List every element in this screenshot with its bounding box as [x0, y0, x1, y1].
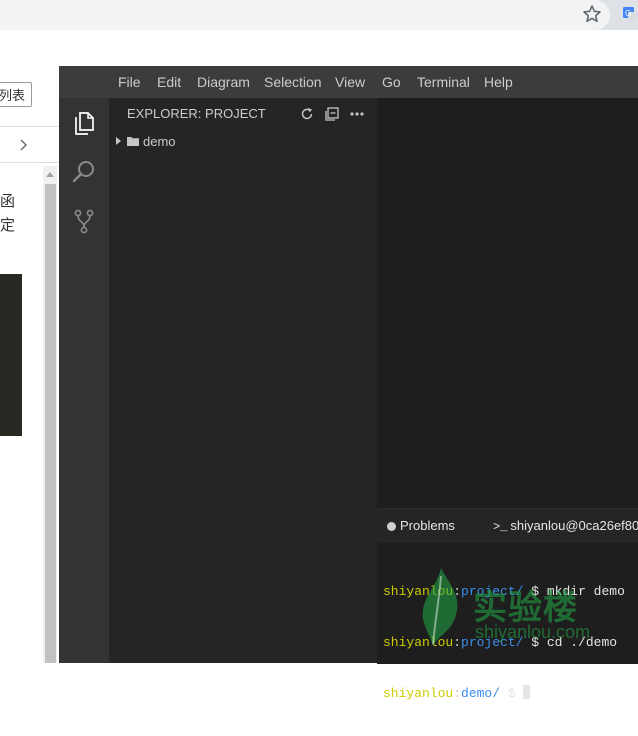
browser-subbar: [0, 30, 638, 66]
folder-icon: [127, 137, 139, 146]
info-icon: [387, 522, 396, 531]
terminal-line: shiyanlou:project/ $ mkdir demo: [383, 584, 625, 599]
editor-area[interactable]: [377, 98, 638, 508]
doc-text-line: 函: [0, 193, 16, 210]
menu-terminal[interactable]: Terminal: [417, 66, 470, 98]
explorer-title: EXPLORER: PROJECT: [127, 106, 266, 121]
menubar: File Edit Diagram Selection View Go Term…: [59, 66, 638, 98]
panel-tabs: Problems >_ shiyanlou@0ca26ef80: [377, 509, 638, 543]
bottom-panel: Problems >_ shiyanlou@0ca26ef80 shiyanlou…: [377, 508, 638, 701]
ide-window: File Edit Diagram Selection View Go Term…: [59, 66, 638, 701]
more-icon[interactable]: [349, 106, 365, 122]
chevron-right-icon[interactable]: [116, 137, 121, 145]
divider: [0, 126, 59, 127]
terminal-cursor: [523, 685, 531, 699]
menu-help[interactable]: Help: [484, 66, 513, 98]
doc-text-line: 定: [0, 217, 16, 234]
menu-file[interactable]: File: [118, 66, 141, 98]
terminal-line: shiyanlou:project/ $ cd ./demo: [383, 635, 618, 650]
scroll-up-arrow-icon[interactable]: [46, 172, 54, 177]
files-icon[interactable]: [71, 110, 97, 136]
browser-toolbar: G: [0, 0, 638, 30]
svg-text:G: G: [625, 9, 631, 18]
code-screenshot-image: [0, 274, 22, 436]
tab-terminal-label: shiyanlou@0ca26ef80: [510, 518, 638, 533]
star-icon[interactable]: [582, 4, 602, 24]
divider: [0, 162, 59, 163]
menu-go[interactable]: Go: [382, 66, 401, 98]
activity-bar: [59, 98, 109, 663]
menu-view[interactable]: View: [335, 66, 365, 98]
source-control-icon[interactable]: [71, 208, 97, 234]
refresh-icon[interactable]: [299, 106, 315, 122]
explorer-sidebar: EXPLORER: PROJECT demo: [109, 98, 377, 663]
tree-item-demo[interactable]: demo: [109, 132, 377, 152]
terminal-line: shiyanlou:demo/ $: [383, 685, 638, 702]
menu-diagram[interactable]: Diagram: [197, 66, 250, 98]
terminal[interactable]: shiyanlou:project/ $ mkdir demo shiyanlo…: [383, 549, 638, 736]
translate-icon[interactable]: G: [622, 5, 638, 23]
search-icon[interactable]: [71, 159, 97, 185]
menu-selection[interactable]: Selection: [264, 66, 322, 98]
doc-pane: 列表 函 定: [0, 66, 59, 663]
tab-terminal[interactable]: >_ shiyanlou@0ca26ef80: [493, 509, 638, 543]
list-button[interactable]: 列表: [0, 82, 32, 107]
doc-scrollbar-thumb[interactable]: [45, 184, 56, 663]
tab-problems-label: Problems: [400, 518, 455, 533]
tree-item-label: demo: [143, 134, 176, 149]
address-bar[interactable]: [0, 0, 610, 30]
tab-problems[interactable]: Problems: [387, 509, 455, 543]
doc-text: 函 定: [0, 190, 15, 238]
collapse-all-icon[interactable]: [324, 106, 340, 122]
chevron-right-icon[interactable]: [16, 138, 30, 152]
terminal-icon: >_: [493, 520, 508, 534]
menu-edit[interactable]: Edit: [157, 66, 181, 98]
